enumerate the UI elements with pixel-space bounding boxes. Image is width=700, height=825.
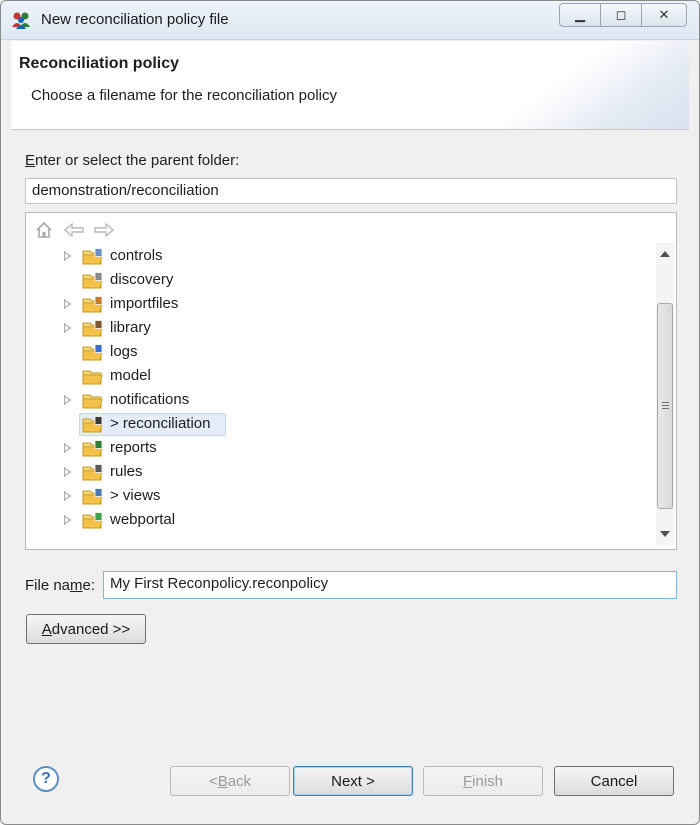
home-icon[interactable] <box>32 219 56 241</box>
folder-views-icon <box>82 488 103 505</box>
expand-arrow-icon[interactable] <box>64 323 71 333</box>
back-prefix: < <box>208 772 218 790</box>
tree-item-logs[interactable]: logs <box>26 341 650 365</box>
forward-arrow-icon[interactable] <box>92 219 116 241</box>
folder-icon <box>82 370 103 385</box>
help-icon[interactable]: ? <box>33 766 59 792</box>
tree-item-importfiles[interactable]: importfiles <box>26 293 650 317</box>
back-arrow-icon[interactable] <box>62 219 86 241</box>
parent-folder-label: Enter or select the parent folder: <box>25 152 239 169</box>
scroll-up-icon[interactable] <box>660 251 670 257</box>
grip-icon <box>662 402 669 411</box>
finish-button[interactable]: Finish <box>423 766 543 796</box>
expand-arrow-icon[interactable] <box>64 491 71 501</box>
expand-arrow-icon[interactable] <box>64 299 71 309</box>
folder-logs-icon <box>82 344 103 361</box>
tree-item-label: discovery <box>110 271 174 288</box>
tree-item-views[interactable]: > views <box>26 485 650 509</box>
file-name-label-a: File na <box>25 577 71 594</box>
tree-item-label: > views <box>110 487 161 504</box>
folder-reports-icon <box>82 440 103 457</box>
file-name-input[interactable]: My First Reconpolicy.reconpolicy <box>103 571 677 599</box>
expand-arrow-icon[interactable] <box>64 515 71 525</box>
parent-folder-input[interactable]: demonstration/reconciliation <box>25 178 677 204</box>
tree-item-rules[interactable]: rules <box>26 461 650 485</box>
finish-mnemonic: F <box>462 772 473 790</box>
expand-arrow-icon[interactable] <box>64 443 71 453</box>
tree-item-reports[interactable]: reports <box>26 437 650 461</box>
tree-item-library[interactable]: library <box>26 317 650 341</box>
file-name-mnemonic: m <box>70 577 83 594</box>
app-people-icon <box>12 12 30 29</box>
window-title: New reconciliation policy file <box>41 11 229 28</box>
expand-arrow-icon[interactable] <box>64 467 71 477</box>
banner-title: Reconciliation policy <box>19 55 180 72</box>
tree-item-label: webportal <box>110 511 176 528</box>
tree-nav-bar <box>32 219 116 241</box>
back-button[interactable]: < Back <box>170 766 290 796</box>
finish-label: inish <box>472 772 504 790</box>
tree-item-label: > reconciliation <box>110 415 211 432</box>
back-mnemonic: B <box>217 772 228 790</box>
tree-item-model[interactable]: model <box>26 365 650 389</box>
folder-icon <box>82 394 103 409</box>
close-icon: ✕ <box>658 7 670 22</box>
cancel-button[interactable]: Cancel <box>554 766 674 796</box>
tree-item-label: reports <box>110 439 157 456</box>
folder-controls-icon <box>82 248 103 265</box>
minimize-icon: ▁ <box>575 7 585 22</box>
back-label: ack <box>227 772 252 790</box>
folder-importfiles-icon <box>82 296 103 313</box>
tree-item-label: logs <box>110 343 138 360</box>
tree-scrollbar[interactable] <box>656 243 674 545</box>
folder-tree: controls discovery importfiles library logs m… <box>25 212 677 550</box>
folder-rules-icon <box>82 464 103 481</box>
parent-folder-mnemonic: E <box>25 152 36 169</box>
tree-item-notifications[interactable]: notifications <box>26 389 650 413</box>
close-button[interactable]: ✕ <box>642 3 687 27</box>
dialog-window: New reconciliation policy file ▁ ◻ ✕ Rec… <box>0 0 700 825</box>
tree-item-label: rules <box>110 463 143 480</box>
tree-item-webportal[interactable]: webportal <box>26 509 650 533</box>
title-bar[interactable]: New reconciliation policy file ▁ ◻ ✕ <box>1 1 699 40</box>
maximize-button[interactable]: ◻ <box>601 3 642 27</box>
folder-discovery-icon <box>82 272 103 289</box>
expand-arrow-icon[interactable] <box>64 251 71 261</box>
banner-subtitle: Choose a filename for the reconciliation… <box>31 87 337 104</box>
file-name-label-b: e: <box>82 577 96 594</box>
tree-item-reconciliation[interactable]: > reconciliation <box>26 413 650 437</box>
tree-item-label: importfiles <box>110 295 179 312</box>
window-controls: ▁ ◻ ✕ <box>559 3 687 27</box>
file-name-label: File name: <box>25 577 95 594</box>
folder-reconciliation-icon <box>82 416 103 433</box>
advanced-button[interactable]: Advanced >> <box>26 614 146 644</box>
tree-item-label: controls <box>110 247 163 264</box>
maximize-icon: ◻ <box>615 7 627 22</box>
expand-arrow-icon[interactable] <box>64 395 71 405</box>
minimize-button[interactable]: ▁ <box>559 3 601 27</box>
folder-webportal-icon <box>82 512 103 529</box>
tree-item-label: model <box>110 367 151 384</box>
advanced-mnemonic: A <box>41 620 52 638</box>
folder-library-icon <box>82 320 103 337</box>
scroll-thumb[interactable] <box>657 303 673 509</box>
tree-item-label: notifications <box>110 391 190 408</box>
advanced-label: dvanced >> <box>51 620 131 638</box>
dialog-content: Enter or select the parent folder: demon… <box>11 130 689 743</box>
tree-item-label: library <box>110 319 151 336</box>
next-button[interactable]: Next > <box>293 766 413 796</box>
tree-item-controls[interactable]: controls <box>26 245 650 269</box>
parent-folder-label-text: nter or select the parent folder: <box>35 152 240 169</box>
tree-item-discovery[interactable]: discovery <box>26 269 650 293</box>
scroll-down-icon[interactable] <box>660 531 670 537</box>
header-banner: Reconciliation policy Choose a filename … <box>11 41 689 130</box>
banner-decoration <box>489 41 689 129</box>
